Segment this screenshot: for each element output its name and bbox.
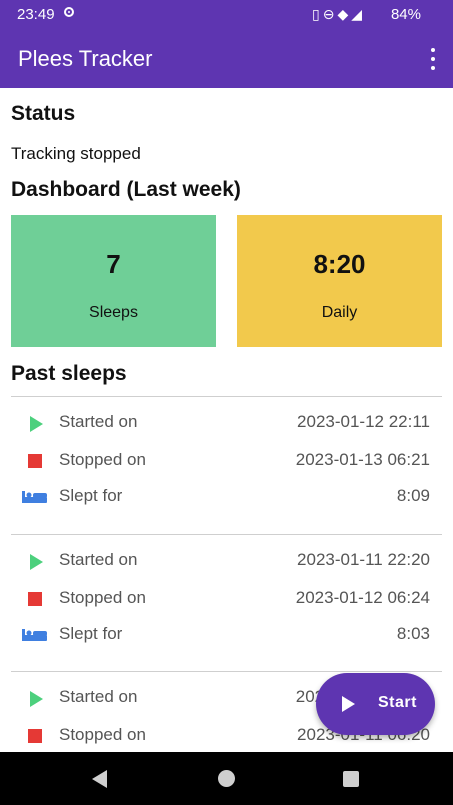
bed-icon bbox=[22, 491, 47, 503]
vibrate-icon: ▯ bbox=[311, 6, 323, 22]
sleeps-count: 7 bbox=[106, 249, 121, 279]
dnd-icon: ⊖ bbox=[322, 6, 338, 22]
stopped-row: Stopped on 2023-01-13 06:21 bbox=[0, 446, 453, 476]
sleeps-label: Sleeps bbox=[89, 304, 138, 321]
started-value: 2023-01-12 22:11 bbox=[297, 412, 430, 431]
past-sleeps-heading: Past sleeps bbox=[11, 362, 127, 385]
recents-icon[interactable] bbox=[343, 771, 359, 787]
slept-label: Slept for bbox=[59, 486, 123, 505]
overflow-menu-icon[interactable] bbox=[430, 48, 436, 70]
home-icon[interactable] bbox=[218, 770, 235, 787]
divider bbox=[11, 534, 442, 535]
stopped-label: Stopped on bbox=[59, 450, 146, 469]
status-bar: 23:49 ▯⊖◆◢ 84% bbox=[0, 0, 453, 30]
slept-row: Slept for 8:03 bbox=[0, 620, 453, 650]
started-label: Started on bbox=[59, 687, 138, 706]
started-row: Started on 2023-01-12 22:11 bbox=[0, 408, 453, 438]
play-icon bbox=[30, 416, 43, 432]
clock: 23:49 bbox=[17, 6, 55, 23]
stopped-label: Stopped on bbox=[59, 588, 146, 607]
dashboard-heading: Dashboard (Last week) bbox=[11, 178, 241, 201]
bed-icon bbox=[22, 629, 47, 641]
status-text: Tracking stopped bbox=[11, 144, 141, 163]
started-value: 2023-01-11 22:20 bbox=[297, 550, 430, 569]
stop-icon bbox=[28, 729, 42, 743]
started-label: Started on bbox=[59, 412, 138, 431]
stopped-row: Stopped on 2023-01-12 06:24 bbox=[0, 584, 453, 614]
stopped-value: 2023-01-12 06:24 bbox=[295, 588, 430, 607]
daily-label: Daily bbox=[321, 304, 358, 321]
slept-row: Slept for 8:09 bbox=[0, 482, 453, 512]
recording-icon bbox=[64, 7, 74, 17]
divider bbox=[11, 396, 442, 397]
play-icon bbox=[342, 696, 355, 712]
play-icon bbox=[30, 554, 43, 570]
signal-icon: ◢ bbox=[351, 6, 365, 22]
divider bbox=[11, 671, 442, 672]
start-tracking-button[interactable]: Start bbox=[316, 673, 435, 735]
stop-icon bbox=[28, 592, 42, 606]
sleeps-card: 7 Sleeps bbox=[11, 215, 216, 347]
daily-card: 8:20 Daily bbox=[237, 215, 442, 347]
daily-average: 8:20 bbox=[313, 249, 366, 279]
start-button-label: Start bbox=[378, 694, 417, 711]
wifi-icon: ◆ bbox=[337, 6, 352, 22]
started-row: Started on 2023-01-11 22:20 bbox=[0, 546, 453, 576]
app-bar: Plees Tracker bbox=[0, 30, 453, 88]
status-heading: Status bbox=[11, 102, 76, 125]
stopped-value: 2023-01-13 06:21 bbox=[295, 450, 430, 469]
stop-icon bbox=[28, 454, 42, 468]
started-label: Started on bbox=[59, 550, 138, 569]
status-icons: ▯⊖◆◢ bbox=[312, 6, 365, 23]
battery-level: 84% bbox=[390, 6, 421, 23]
play-icon bbox=[30, 691, 43, 707]
slept-value: 8:03 bbox=[396, 624, 430, 643]
back-icon[interactable] bbox=[92, 770, 107, 788]
slept-label: Slept for bbox=[59, 624, 123, 643]
stopped-label: Stopped on bbox=[59, 725, 146, 744]
slept-value: 8:09 bbox=[396, 486, 430, 505]
main-content[interactable]: Status Tracking stopped Dashboard (Last … bbox=[0, 88, 453, 752]
app-title: Plees Tracker bbox=[18, 46, 153, 71]
navigation-bar bbox=[0, 752, 453, 805]
